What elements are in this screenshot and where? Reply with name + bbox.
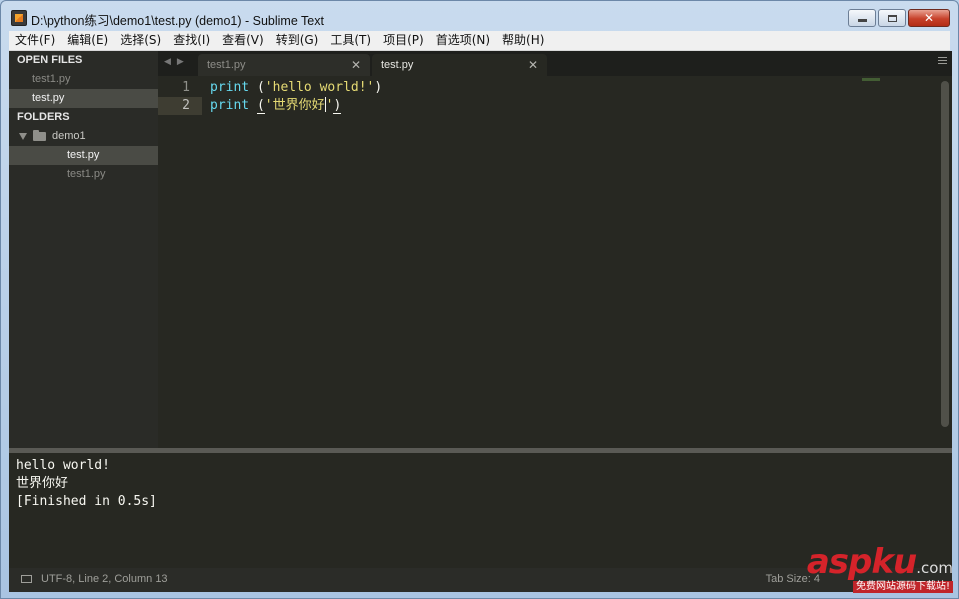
menu-project[interactable]: 项目(P) (377, 31, 430, 50)
open-file-item[interactable]: test1.py (9, 70, 158, 89)
menu-selection[interactable]: 选择(S) (114, 31, 167, 50)
window-controls: ✕ (846, 9, 950, 27)
menu-bar: 文件(F) 编辑(E) 选择(S) 查找(I) 查看(V) 转到(G) 工具(T… (9, 31, 950, 51)
menu-preferences[interactable]: 首选项(N) (430, 31, 496, 50)
maximize-button[interactable] (878, 9, 906, 27)
tab-close-icon[interactable]: ✕ (351, 54, 361, 76)
tab-navigation: ◀ ▶ (164, 57, 184, 67)
code-paren: ) (374, 80, 383, 95)
window-title: D:\python练习\demo1\test.py (demo1) - Subl… (31, 14, 324, 28)
code-paren-matched: ) (333, 98, 342, 114)
tab-prev-icon[interactable]: ◀ (164, 57, 171, 67)
code-string: '世界你好 (264, 98, 325, 113)
output-line: 世界你好 (16, 476, 69, 491)
folder-item-demo1[interactable]: demo1 (9, 127, 158, 146)
code-keyword: print (210, 98, 250, 113)
menu-file[interactable]: 文件(F) (9, 31, 61, 50)
code-paren: ( (249, 80, 265, 95)
watermark-domain: .com (916, 559, 953, 577)
watermark-brand: aspku (806, 542, 917, 582)
tab-menu-icon[interactable] (938, 57, 947, 66)
folder-file-item-active[interactable]: test.py (9, 146, 158, 165)
open-files-header: OPEN FILES (17, 54, 83, 66)
close-icon: ✕ (923, 11, 935, 25)
minimize-button[interactable] (848, 9, 876, 27)
menu-goto[interactable]: 转到(G) (270, 31, 325, 50)
sidebar: OPEN FILES test1.py test.py FOLDERS demo… (9, 51, 158, 448)
app-window: D:\python练习\demo1\test.py (demo1) - Subl… (0, 0, 959, 599)
menu-tools[interactable]: 工具(T) (324, 31, 377, 50)
sublime-app-icon (11, 10, 27, 26)
tab-test1[interactable]: test1.py ✕ (198, 54, 370, 76)
panel-toggle-icon[interactable] (21, 575, 32, 583)
menu-view[interactable]: 查看(V) (216, 31, 270, 50)
code-line-current[interactable]: print ('世界你好') (210, 97, 932, 115)
title-bar[interactable]: D:\python练习\demo1\test.py (demo1) - Subl… (1, 1, 958, 33)
code-line[interactable]: print ('hello world!') (210, 79, 932, 97)
menu-edit[interactable]: 编辑(E) (61, 31, 114, 50)
output-line: [Finished in 0.5s] (16, 494, 157, 509)
folder-label: demo1 (52, 130, 86, 142)
tab-close-icon[interactable]: ✕ (528, 54, 538, 76)
output-line: hello world! (16, 458, 110, 473)
folders-header: FOLDERS (17, 111, 70, 123)
tab-label: test.py (381, 59, 414, 71)
watermark-logo: aspku.com 免费网站源码下载站! (807, 545, 953, 593)
maximize-icon (887, 14, 897, 22)
line-gutter: 1 2 (158, 79, 202, 115)
line-number: 1 (182, 80, 190, 95)
status-position: UTF-8, Line 2, Column 13 (41, 573, 168, 585)
folder-file-item[interactable]: test1.py (9, 165, 158, 184)
menu-find[interactable]: 查找(I) (167, 31, 216, 50)
watermark-tagline: 免费网站源码下载站! (852, 581, 953, 593)
open-file-item-active[interactable]: test.py (9, 89, 158, 108)
tab-test[interactable]: test.py ✕ (372, 54, 547, 76)
folder-icon (33, 130, 46, 141)
line-number-current: 2 (158, 97, 202, 115)
menu-help[interactable]: 帮助(H) (496, 31, 550, 50)
code-paren-matched: ( (256, 98, 265, 114)
vertical-scrollbar[interactable] (941, 81, 949, 427)
close-window-button[interactable]: ✕ (908, 9, 950, 27)
minimap[interactable] (862, 78, 880, 81)
code-keyword: print (210, 80, 250, 95)
tab-next-icon[interactable]: ▶ (177, 57, 184, 67)
tab-label: test1.py (207, 59, 246, 71)
minimize-icon (857, 19, 867, 22)
disclosure-triangle-icon[interactable] (19, 133, 27, 140)
code-string: 'hello world!' (264, 80, 375, 95)
editor-client-area: OPEN FILES test1.py test.py FOLDERS demo… (9, 51, 952, 592)
tab-bar: ◀ ▶ test1.py ✕ test.py ✕ (158, 51, 952, 76)
code-editor[interactable]: 1 2 print ('hello world!') print ('世界你好'… (158, 76, 952, 448)
code-content[interactable]: print ('hello world!') print ('世界你好') (210, 79, 932, 115)
